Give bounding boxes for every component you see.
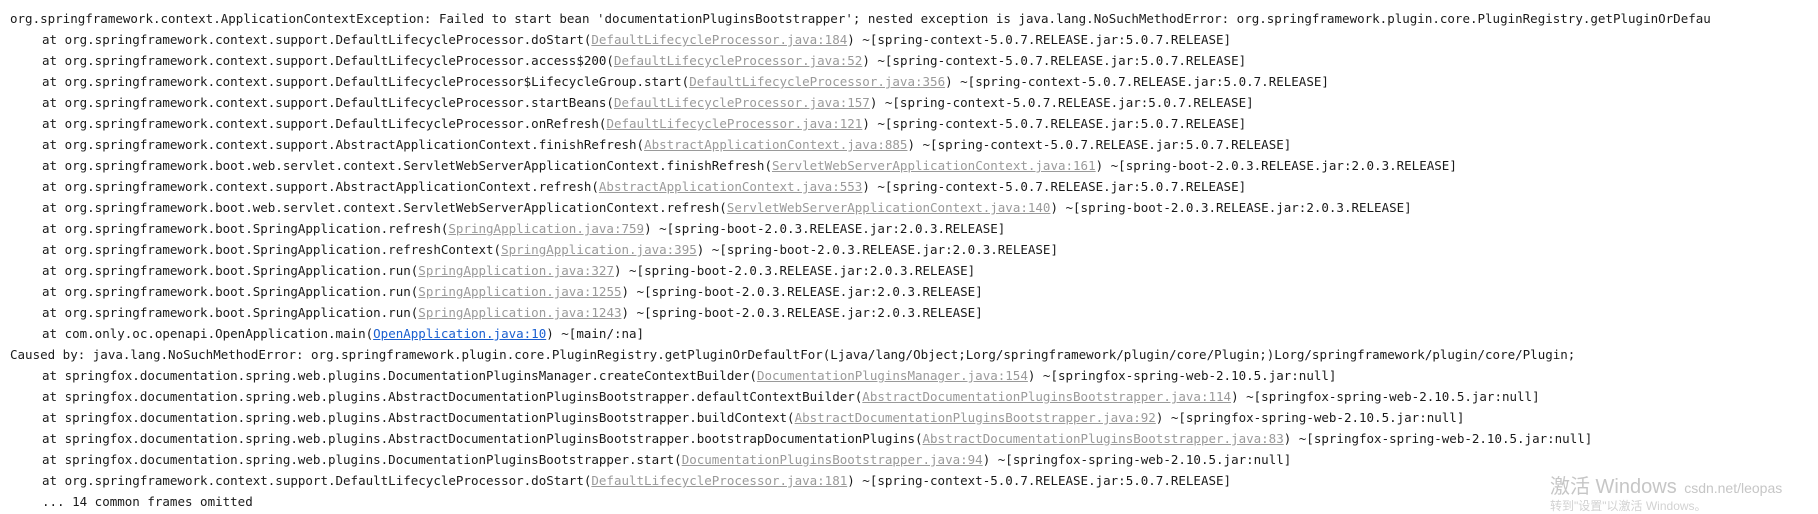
line-text: at org.springframework.boot.web.servlet.… [42, 200, 727, 215]
line-text: at org.springframework.boot.SpringApplic… [42, 221, 449, 236]
stack-frame-line: at org.springframework.context.support.D… [10, 113, 1818, 134]
source-link[interactable]: AbstractDocumentationPluginsBootstrapper… [862, 389, 1231, 404]
stack-frame-line: at com.only.oc.openapi.OpenApplication.m… [10, 323, 1818, 344]
line-text: at org.springframework.context.support.D… [42, 53, 614, 68]
source-link[interactable]: DefaultLifecycleProcessor.java:121 [606, 116, 862, 131]
stack-frame-line: at org.springframework.boot.SpringApplic… [10, 218, 1818, 239]
stack-frame-line: at org.springframework.context.support.A… [10, 134, 1818, 155]
stack-frame-line: at org.springframework.context.support.D… [10, 92, 1818, 113]
stack-frame-line: at springfox.documentation.spring.web.pl… [10, 449, 1818, 470]
source-link[interactable]: ServletWebServerApplicationContext.java:… [727, 200, 1051, 215]
stack-frame-line: at org.springframework.boot.SpringApplic… [10, 302, 1818, 323]
stack-frame-line: at springfox.documentation.spring.web.pl… [10, 365, 1818, 386]
line-text: at org.springframework.boot.SpringApplic… [42, 263, 419, 278]
console-output: org.springframework.context.ApplicationC… [10, 8, 1818, 512]
line-text: at org.springframework.context.support.D… [42, 473, 592, 488]
source-link[interactable]: SpringApplication.java:759 [448, 221, 644, 236]
jar-info: ) ~[spring-boot-2.0.3.RELEASE.jar:2.0.3.… [613, 263, 976, 278]
watermark-title: 激活 Windows [1550, 476, 1677, 498]
stack-frame-line: at org.springframework.boot.web.servlet.… [10, 197, 1818, 218]
watermark-subtext: 转到"设置"以激活 Windows。 [1550, 499, 1707, 513]
console-line: org.springframework.context.ApplicationC… [10, 8, 1818, 29]
console-line: Caused by: java.lang.NoSuchMethodError: … [10, 344, 1818, 365]
line-text: org.springframework.context.ApplicationC… [10, 11, 1711, 26]
jar-info: ) ~[spring-boot-2.0.3.RELEASE.jar:2.0.3.… [644, 221, 1006, 236]
jar-info: ) ~[main/:na] [546, 326, 645, 341]
stack-frame-line: at springfox.documentation.spring.web.pl… [10, 428, 1818, 449]
source-link[interactable]: AbstractDocumentationPluginsBootstrapper… [795, 410, 1156, 425]
line-text: at org.springframework.boot.SpringApplic… [42, 305, 419, 320]
source-link[interactable]: SpringApplication.java:395 [501, 242, 697, 257]
jar-info: ) ~[spring-boot-2.0.3.RELEASE.jar:2.0.3.… [621, 305, 983, 320]
source-link[interactable]: DefaultLifecycleProcessor.java:181 [591, 473, 847, 488]
source-link[interactable]: DefaultLifecycleProcessor.java:356 [689, 74, 945, 89]
stack-frame-line: at org.springframework.boot.SpringApplic… [10, 239, 1818, 260]
activate-windows-watermark: 激活 Windows csdn.net/leopas [1550, 470, 1782, 499]
stack-frame-line: at org.springframework.boot.web.servlet.… [10, 155, 1818, 176]
jar-info: ) ~[springfox-spring-web-2.10.5.jar:null… [1027, 368, 1337, 383]
jar-info: ) ~[spring-context-5.0.7.RELEASE.jar:5.0… [847, 32, 1232, 47]
source-link[interactable]: OpenApplication.java:10 [373, 326, 546, 341]
line-text: at org.springframework.context.support.A… [42, 137, 645, 152]
source-link[interactable]: AbstractApplicationContext.java:553 [599, 179, 862, 194]
line-text: at springfox.documentation.spring.web.pl… [42, 431, 923, 446]
source-link[interactable]: DefaultLifecycleProcessor.java:184 [591, 32, 847, 47]
jar-info: ) ~[spring-context-5.0.7.RELEASE.jar:5.0… [862, 179, 1247, 194]
jar-info: ) ~[springfox-spring-web-2.10.5.jar:null… [1155, 410, 1465, 425]
source-link[interactable]: DefaultLifecycleProcessor.java:157 [614, 95, 870, 110]
jar-info: ) ~[spring-boot-2.0.3.RELEASE.jar:2.0.3.… [1050, 200, 1412, 215]
stack-frame-line: at springfox.documentation.spring.web.pl… [10, 407, 1818, 428]
line-text: at org.springframework.boot.SpringApplic… [42, 284, 419, 299]
source-link[interactable]: SpringApplication.java:1243 [418, 305, 621, 320]
line-text: at springfox.documentation.spring.web.pl… [42, 389, 863, 404]
line-text: ... 14 common frames omitted [42, 494, 253, 509]
line-text: at org.springframework.context.support.D… [42, 95, 614, 110]
stack-frame-line: at org.springframework.boot.SpringApplic… [10, 281, 1818, 302]
jar-info: ) ~[spring-boot-2.0.3.RELEASE.jar:2.0.3.… [621, 284, 983, 299]
jar-info: ) ~[spring-boot-2.0.3.RELEASE.jar:2.0.3.… [1095, 158, 1457, 173]
stack-frame-line: at org.springframework.boot.SpringApplic… [10, 260, 1818, 281]
watermark-url: csdn.net/leopas [1684, 480, 1783, 496]
source-link[interactable]: DocumentationPluginsManager.java:154 [757, 368, 1028, 383]
source-link[interactable]: SpringApplication.java:1255 [418, 284, 621, 299]
jar-info: ) ~[spring-context-5.0.7.RELEASE.jar:5.0… [847, 473, 1232, 488]
source-link[interactable]: AbstractApplicationContext.java:885 [644, 137, 907, 152]
line-text: at org.springframework.boot.SpringApplic… [42, 242, 502, 257]
stack-frame-line: at org.springframework.context.support.D… [10, 50, 1818, 71]
line-text: at org.springframework.context.support.D… [42, 116, 607, 131]
line-text: at org.springframework.context.support.D… [42, 32, 592, 47]
source-link[interactable]: AbstractDocumentationPluginsBootstrapper… [923, 431, 1284, 446]
source-link[interactable]: SpringApplication.java:327 [418, 263, 614, 278]
jar-info: ) ~[springfox-spring-web-2.10.5.jar:null… [982, 452, 1292, 467]
jar-info: ) ~[springfox-spring-web-2.10.5.jar:null… [1283, 431, 1593, 446]
line-text: at org.springframework.boot.web.servlet.… [42, 158, 772, 173]
source-link[interactable]: DefaultLifecycleProcessor.java:52 [614, 53, 862, 68]
jar-info: ) ~[spring-context-5.0.7.RELEASE.jar:5.0… [907, 137, 1292, 152]
jar-info: ) ~[spring-context-5.0.7.RELEASE.jar:5.0… [862, 116, 1247, 131]
stack-frame-line: at springfox.documentation.spring.web.pl… [10, 386, 1818, 407]
line-text: at springfox.documentation.spring.web.pl… [42, 368, 757, 383]
line-text: Caused by: java.lang.NoSuchMethodError: … [10, 347, 1576, 362]
line-text: at springfox.documentation.spring.web.pl… [42, 410, 795, 425]
line-text: at org.springframework.context.support.A… [42, 179, 599, 194]
jar-info: ) ~[spring-context-5.0.7.RELEASE.jar:5.0… [862, 53, 1247, 68]
jar-info: ) ~[spring-context-5.0.7.RELEASE.jar:5.0… [945, 74, 1329, 89]
jar-info: ) ~[spring-context-5.0.7.RELEASE.jar:5.0… [869, 95, 1254, 110]
jar-info: ) ~[spring-boot-2.0.3.RELEASE.jar:2.0.3.… [696, 242, 1058, 257]
stack-frame-line: at org.springframework.context.support.D… [10, 470, 1818, 491]
line-text: at com.only.oc.openapi.OpenApplication.m… [42, 326, 374, 341]
stack-frame-line: at org.springframework.context.support.A… [10, 176, 1818, 197]
stack-frame-line: at org.springframework.context.support.D… [10, 29, 1818, 50]
line-text: at org.springframework.context.support.D… [42, 74, 690, 89]
source-link[interactable]: DocumentationPluginsBootstrapper.java:94 [682, 452, 983, 467]
console-line: ... 14 common frames omitted [10, 491, 1818, 512]
jar-info: ) ~[springfox-spring-web-2.10.5.jar:null… [1231, 389, 1540, 404]
source-link[interactable]: ServletWebServerApplicationContext.java:… [772, 158, 1096, 173]
stack-frame-line: at org.springframework.context.support.D… [10, 71, 1818, 92]
line-text: at springfox.documentation.spring.web.pl… [42, 452, 682, 467]
